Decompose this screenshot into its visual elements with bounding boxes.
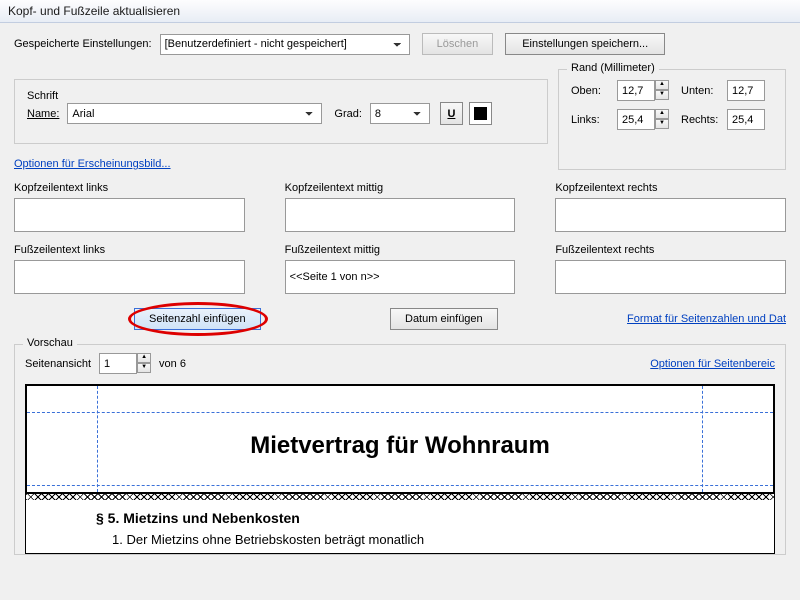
pageview-of-label: von 6 <box>159 358 186 370</box>
margin-left-label: Links: <box>571 114 611 126</box>
saved-settings-label: Gespeicherte Einstellungen: <box>14 38 152 50</box>
save-settings-button[interactable]: Einstellungen speichern... <box>505 33 665 55</box>
pageview-spinner[interactable]: ▲▼ <box>99 353 151 374</box>
page-range-options-link[interactable]: Optionen für Seitenbereic <box>650 358 775 370</box>
preview-document-title: Mietvertrag für Wohnraum <box>27 432 773 460</box>
margin-legend: Rand (Millimeter) <box>567 62 659 74</box>
preview-legend: Vorschau <box>23 337 77 349</box>
font-grad-select[interactable]: 8 <box>370 103 430 124</box>
preview-section: § 5. Mietzins und Nebenkosten 1. Der Mie… <box>25 494 775 554</box>
header-left-label: Kopfzeilentext links <box>14 182 245 194</box>
underline-button[interactable]: U <box>440 102 463 125</box>
footer-right-label: Fußzeilentext rechts <box>555 244 786 256</box>
preview-section-heading: § 5. Mietzins und Nebenkosten <box>96 510 754 526</box>
delete-button[interactable]: Löschen <box>422 33 494 55</box>
insert-date-button[interactable]: Datum einfügen <box>390 308 498 330</box>
header-center-input[interactable] <box>285 198 516 232</box>
insert-page-number-button[interactable]: Seitenzahl einfügen <box>134 308 261 330</box>
margin-bottom-label: Unten: <box>681 85 721 97</box>
margin-top-spinner[interactable]: ▲▼ <box>617 80 669 101</box>
appearance-options-link[interactable]: Optionen für Erscheinungsbild... <box>14 158 171 170</box>
font-color-button[interactable] <box>469 102 492 125</box>
preview-section-item: 1. Der Mietzins ohne Betriebskosten betr… <box>112 532 754 547</box>
margin-bottom-spinner[interactable] <box>727 80 765 101</box>
margin-left-spinner[interactable]: ▲▼ <box>617 109 669 130</box>
window-title: Kopf- und Fußzeile aktualisieren <box>0 0 800 23</box>
header-right-label: Kopfzeilentext rechts <box>555 182 786 194</box>
font-name-label: Name: <box>27 108 59 120</box>
header-right-input[interactable] <box>555 198 786 232</box>
margin-right-label: Rechts: <box>681 114 721 126</box>
margin-top-label: Oben: <box>571 85 611 97</box>
margin-right-spinner[interactable] <box>727 109 765 130</box>
page-preview: Mietvertrag für Wohnraum <box>25 384 775 494</box>
font-name-select[interactable]: Arial <box>67 103 322 124</box>
header-left-input[interactable] <box>14 198 245 232</box>
font-legend: Schrift <box>27 90 58 102</box>
footer-left-label: Fußzeilentext links <box>14 244 245 256</box>
font-grad-label: Grad: <box>334 108 362 120</box>
header-center-label: Kopfzeilentext mittig <box>285 182 516 194</box>
footer-left-input[interactable] <box>14 260 245 294</box>
page-number-format-link[interactable]: Format für Seitenzahlen und Dat <box>627 313 786 325</box>
footer-center-input[interactable] <box>285 260 516 294</box>
footer-center-label: Fußzeilentext mittig <box>285 244 516 256</box>
footer-right-input[interactable] <box>555 260 786 294</box>
pageview-label: Seitenansicht <box>25 358 91 370</box>
saved-settings-select[interactable]: [Benutzerdefiniert - nicht gespeichert] <box>160 34 410 55</box>
